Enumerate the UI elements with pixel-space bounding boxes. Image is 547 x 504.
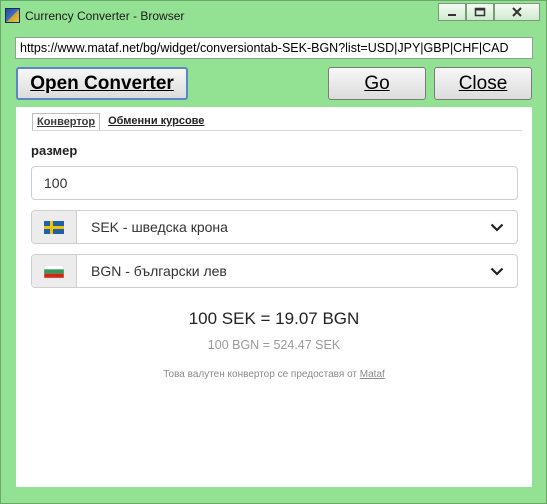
close-window-button[interactable] — [494, 3, 540, 21]
converter-panel: Конвертор Обменни курсове размер 100 SEK… — [16, 107, 532, 487]
browser-window: Currency Converter - Browser https://www… — [0, 0, 547, 504]
tab-divider — [32, 130, 522, 131]
address-bar[interactable]: https://www.mataf.net/bg/widget/conversi… — [15, 37, 533, 59]
reverse-conversion: 100 BGN = 524.47 SEK — [207, 338, 341, 352]
app-icon — [5, 8, 20, 23]
credit-text: Това валутен конвертор се предоставя от — [163, 369, 357, 380]
from-currency-value: SEK - шведска крона — [91, 219, 228, 235]
minimize-icon — [448, 14, 456, 16]
tab-converter[interactable]: Конвертор — [32, 113, 101, 131]
bulgaria-flag-icon — [44, 264, 64, 278]
credit-line: Това валутен конвертор се предоставя от … — [16, 369, 532, 380]
go-button[interactable]: Go — [328, 67, 426, 100]
window-controls — [438, 3, 540, 21]
to-flag-box — [32, 255, 77, 287]
from-currency-select[interactable]: SEK - шведска крона — [31, 210, 518, 244]
maximize-button[interactable] — [466, 3, 494, 21]
chevron-down-icon — [490, 267, 504, 276]
from-flag-box — [32, 211, 77, 243]
from-dropdown-toggle[interactable] — [477, 211, 517, 243]
amount-input[interactable]: 100 — [31, 166, 518, 200]
mataf-link[interactable]: Mataf — [360, 369, 385, 380]
window-title: Currency Converter - Browser — [25, 9, 185, 23]
to-currency-select[interactable]: BGN - български лев — [31, 254, 518, 288]
tab-exchange-rates[interactable]: Обменни курсове — [104, 113, 208, 131]
chevron-down-icon — [490, 223, 504, 232]
open-converter-button[interactable]: Open Converter — [16, 67, 188, 100]
maximize-icon — [474, 7, 486, 17]
title-bar[interactable]: Currency Converter - Browser — [1, 1, 546, 31]
close-button[interactable]: Close — [434, 67, 532, 100]
amount-label: размер — [31, 143, 78, 158]
to-dropdown-toggle[interactable] — [477, 255, 517, 287]
minimize-button[interactable] — [438, 3, 466, 21]
to-currency-value: BGN - български лев — [91, 263, 227, 279]
tab-bar: Конвертор Обменни курсове — [32, 113, 212, 131]
close-icon — [512, 7, 522, 17]
conversion-result: 100 SEK = 19.07 BGN — [188, 309, 360, 328]
sweden-flag-icon — [44, 220, 64, 234]
